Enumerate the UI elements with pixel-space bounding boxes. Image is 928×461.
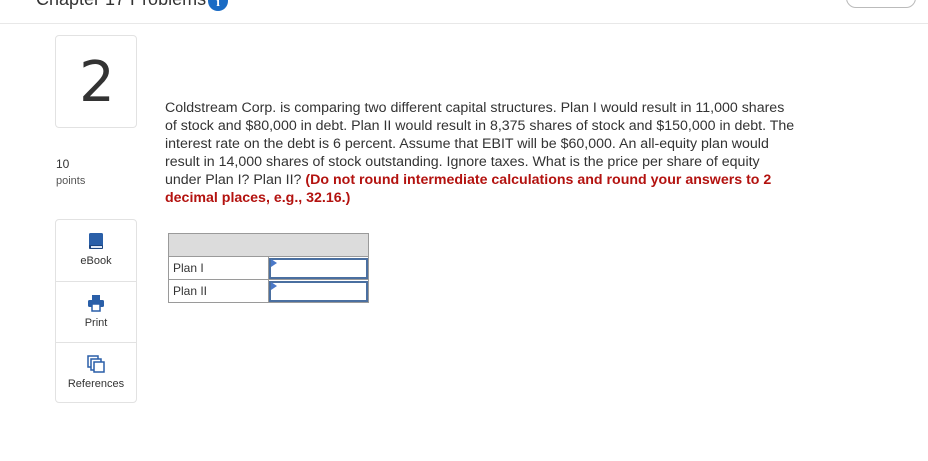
- tools-panel: eBook Print References: [55, 219, 137, 403]
- table-row: Plan II: [168, 279, 369, 303]
- references-button[interactable]: References: [56, 342, 136, 403]
- print-label: Print: [84, 317, 108, 329]
- question-number-card: 2: [55, 35, 137, 128]
- ebook-button[interactable]: eBook: [56, 220, 136, 281]
- plan-i-label: Plan I: [168, 256, 269, 280]
- problem-page: Chapter 17 Problems i 2 10 points eBook …: [0, 0, 928, 461]
- plan-i-cell: [268, 256, 369, 280]
- top-header: Chapter 17 Problems i: [0, 0, 928, 24]
- plan-i-input[interactable]: [269, 257, 368, 279]
- references-label: References: [67, 378, 125, 390]
- answer-table-header-row: [168, 233, 369, 257]
- table-row: Plan I: [168, 256, 369, 280]
- plan-ii-label: Plan II: [168, 279, 269, 303]
- chapter-title: Chapter 17 Problems: [36, 0, 206, 10]
- cell-marker-icon: [271, 259, 277, 267]
- cell-marker-icon: [271, 282, 277, 290]
- plan-ii-input[interactable]: [269, 280, 368, 302]
- info-icon[interactable]: i: [208, 0, 228, 11]
- book-icon: [89, 233, 103, 249]
- question-text: Coldstream Corp. is comparing two differ…: [165, 99, 795, 207]
- question-number: 2: [79, 50, 115, 115]
- references-icon: [87, 355, 105, 373]
- answer-table: Plan I Plan II: [168, 233, 369, 303]
- answer-table-header: [168, 233, 369, 257]
- printer-icon: [88, 295, 104, 312]
- plan-ii-cell: [268, 279, 369, 303]
- points-value: 10: [56, 157, 70, 171]
- ebook-label: eBook: [80, 255, 112, 267]
- print-button[interactable]: Print: [56, 281, 136, 342]
- top-right-button[interactable]: [846, 0, 916, 8]
- points-label: points: [56, 175, 86, 187]
